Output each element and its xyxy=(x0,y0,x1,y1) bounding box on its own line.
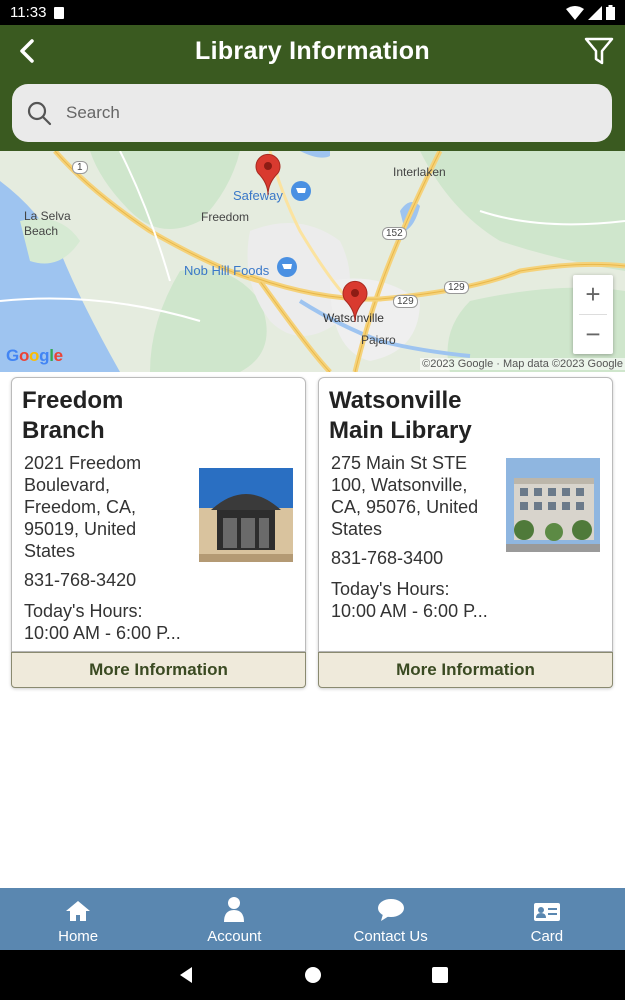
library-name: Watsonville Main Library xyxy=(329,387,472,444)
more-information-button[interactable]: More Information xyxy=(11,652,306,688)
library-photo xyxy=(506,458,600,552)
map-pin-freedom-branch[interactable] xyxy=(254,153,282,195)
nav-label: Home xyxy=(58,928,99,945)
route-shield-152: 152 xyxy=(382,227,407,240)
map-label-pajaro: Pajaro xyxy=(361,333,396,347)
map-label-la-selva-beach: La Selva Beach xyxy=(24,209,71,238)
map-label-nob-hill-foods: Nob Hill Foods xyxy=(184,263,270,278)
google-logo: Google xyxy=(6,346,63,365)
map-label-interlaken: Interlaken xyxy=(393,165,446,179)
nav-home[interactable]: Home xyxy=(0,888,156,950)
nav-account[interactable]: Account xyxy=(156,888,312,950)
hours-value: 10:00 AM - 6:00 P... xyxy=(331,601,488,621)
home-icon xyxy=(66,901,91,921)
nav-label: Account xyxy=(207,928,262,945)
system-home-icon[interactable] xyxy=(304,966,322,984)
nav-card[interactable]: Card xyxy=(469,888,625,950)
library-card-freedom[interactable]: Freedom Branch 2021 Freedom Boulevard, F… xyxy=(11,377,306,652)
nav-label: Contact Us xyxy=(353,928,428,945)
system-back-icon[interactable] xyxy=(178,966,194,984)
hours-label: Today's Hours: xyxy=(331,579,450,599)
more-information-button[interactable]: More Information xyxy=(318,652,613,688)
hours-label: Today's Hours: xyxy=(24,601,143,621)
app-bar: Library Information xyxy=(0,25,625,151)
nav-label: Card xyxy=(530,928,564,945)
status-time: 11:33 xyxy=(10,4,47,21)
bottom-navigation: Home Account Contact Us Card xyxy=(0,888,625,950)
hours-value: 10:00 AM - 6:00 P... xyxy=(24,623,181,643)
search-bar[interactable] xyxy=(12,84,612,142)
map-attribution[interactable]: ©2023 Google · Map data ©2023 Google xyxy=(420,358,625,370)
nav-contact-us[interactable]: Contact Us xyxy=(313,888,469,950)
page-title: Library Information xyxy=(195,37,430,65)
library-phone[interactable]: 831-768-3400 xyxy=(331,548,443,569)
sim-card-icon xyxy=(54,6,65,19)
search-input[interactable] xyxy=(66,103,546,123)
map-view[interactable]: 1 152 129 129 Interlaken La Selva Beach … xyxy=(0,151,625,372)
filter-icon[interactable] xyxy=(583,35,615,67)
library-address: 275 Main St STE 100, Watsonville, CA, 95… xyxy=(331,453,479,539)
route-shield-129-a: 129 xyxy=(393,295,418,308)
wifi-icon xyxy=(566,5,584,20)
map-pin-watsonville-main[interactable] xyxy=(341,280,369,322)
battery-icon xyxy=(606,5,615,20)
map-label-freedom: Freedom xyxy=(201,210,250,224)
library-hours: Today's Hours: 10:00 AM - 6:00 P... xyxy=(331,578,511,622)
library-hours: Today's Hours: 10:00 AM - 6:00 P... xyxy=(24,600,204,644)
status-bar: 11:33 xyxy=(0,0,625,25)
signal-icon xyxy=(588,5,602,20)
map-tiles xyxy=(0,151,625,372)
library-address: 2021 Freedom Boulevard, Freedom, CA, 950… xyxy=(24,453,142,561)
zoom-in-button[interactable]: + xyxy=(573,275,613,314)
shopping-cart-icon xyxy=(291,181,311,201)
route-shield-1: 1 xyxy=(72,161,88,174)
chat-icon xyxy=(377,899,404,921)
route-shield-129-b: 129 xyxy=(444,281,469,294)
library-phone[interactable]: 831-768-3420 xyxy=(24,570,136,591)
library-photo xyxy=(199,468,293,562)
system-recents-icon[interactable] xyxy=(431,967,448,983)
library-name: Freedom Branch xyxy=(22,387,124,444)
card-icon xyxy=(533,903,560,921)
map-zoom-controls: + − xyxy=(573,275,613,354)
shopping-cart-icon xyxy=(277,257,297,277)
library-card-watsonville[interactable]: Watsonville Main Library 275 Main St STE… xyxy=(318,377,613,652)
account-icon xyxy=(224,897,245,922)
system-navigation-bar xyxy=(0,950,625,1000)
search-icon xyxy=(27,101,52,126)
zoom-out-button[interactable]: − xyxy=(573,315,613,354)
